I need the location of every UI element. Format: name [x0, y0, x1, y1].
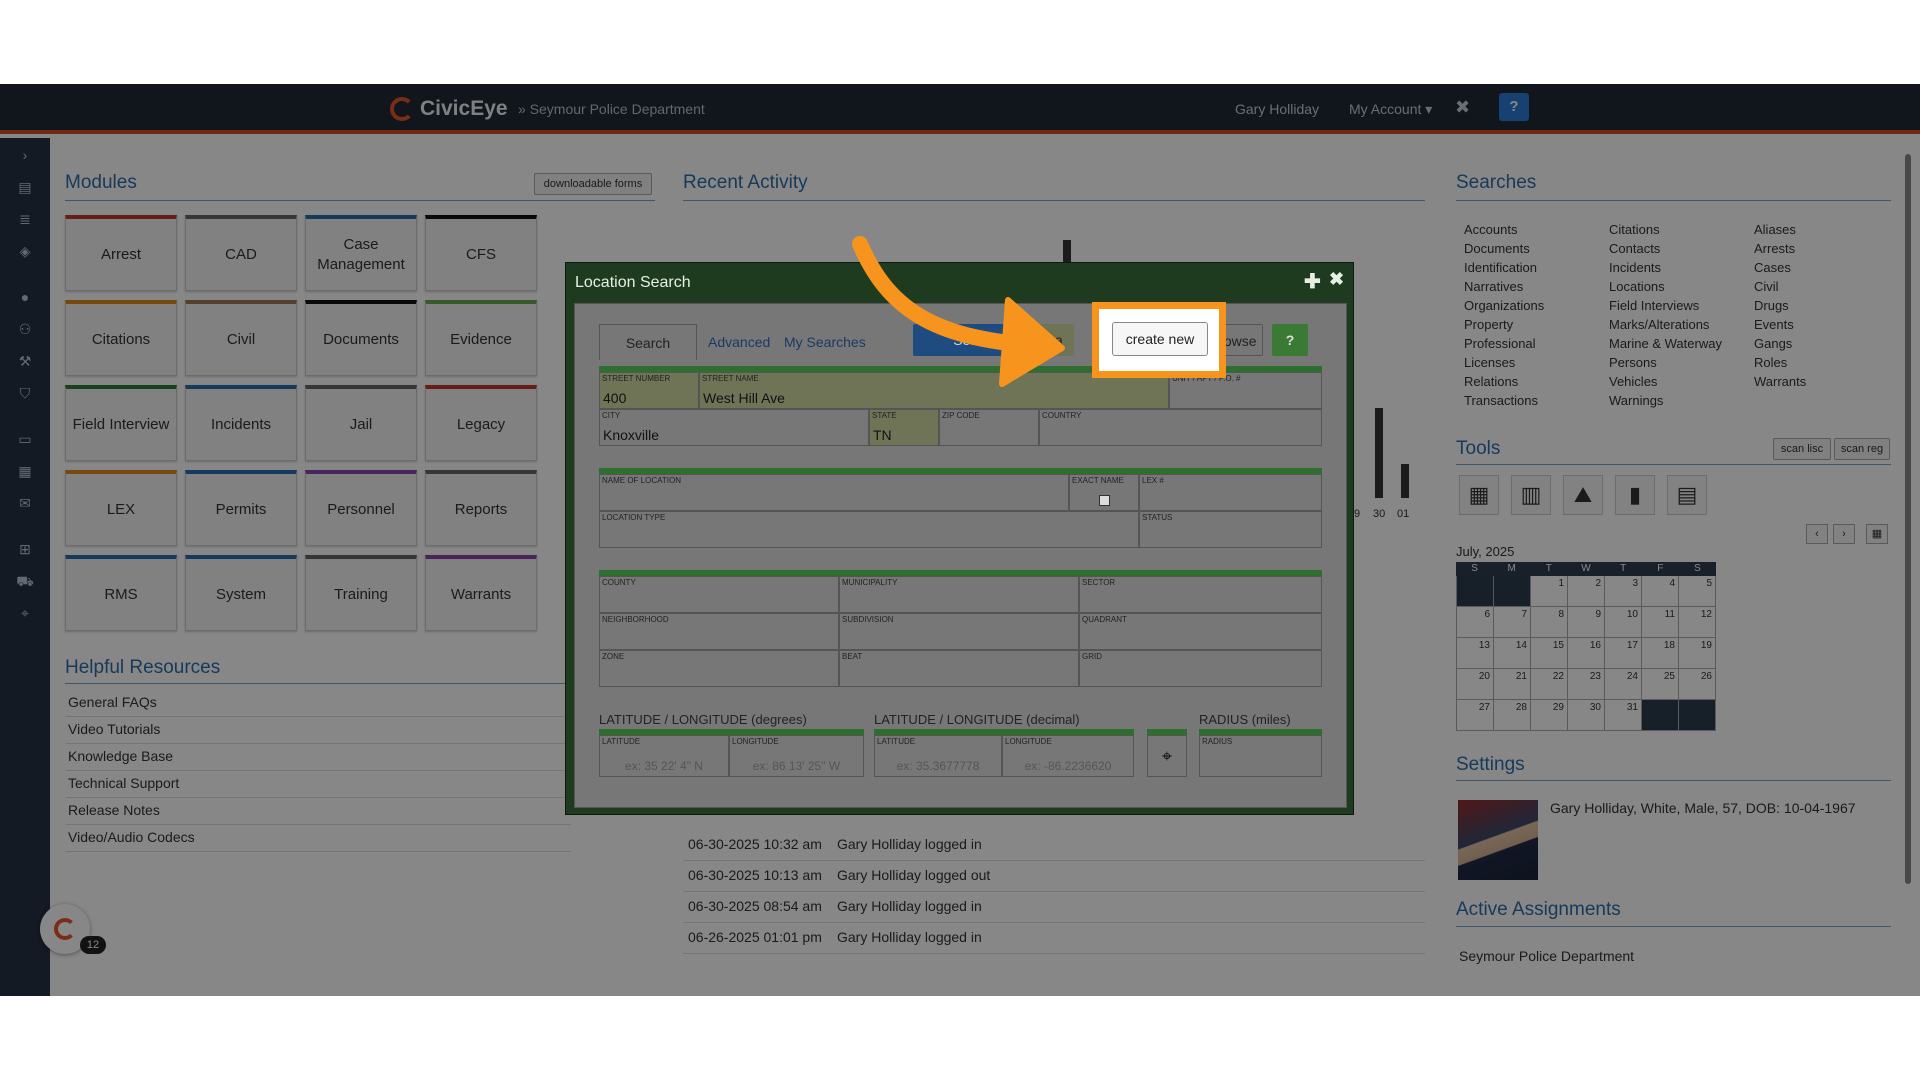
zone-field[interactable]: Zone	[599, 650, 839, 687]
location-type-field[interactable]: Location Type	[599, 511, 1139, 548]
tab-search-options[interactable]: Search Options	[599, 324, 697, 387]
name-of-location-field[interactable]: Name of Location	[599, 474, 1069, 511]
zip-code-field[interactable]: Zip Code	[939, 409, 1039, 446]
dialog-title: Location Search	[575, 274, 691, 291]
country-field[interactable]: Country	[1039, 409, 1322, 446]
dialog-body: Search Options Advanced My Searches Sear…	[574, 303, 1347, 808]
help-button[interactable]: ?	[1272, 324, 1308, 356]
exact-name-field: Exact Name	[1069, 474, 1139, 511]
app-window: CivicEye » Seymour Police Department Gar…	[0, 84, 1920, 996]
city-field[interactable]: City Knoxville	[599, 409, 869, 446]
longitude-degrees-field[interactable]: Longitude ex: 86 13' 25" W	[729, 735, 864, 777]
county-field[interactable]: County	[599, 576, 839, 613]
municipality-field[interactable]: Municipality	[839, 576, 1079, 613]
close-icon[interactable]: ✖	[1329, 269, 1344, 290]
latitude-degrees-field[interactable]: Latitude ex: 35 22' 4" N	[599, 735, 729, 777]
grid-field[interactable]: Grid	[1079, 650, 1322, 687]
location-search-dialog: Location Search ✚ ✖ Search Options Advan…	[565, 262, 1354, 815]
subdivision-field[interactable]: Subdivision	[839, 613, 1079, 650]
tab-my-searches[interactable]: My Searches	[784, 324, 866, 360]
state-field[interactable]: State TN	[869, 409, 939, 446]
street-number-field[interactable]: Street Number 400	[599, 372, 699, 409]
latlong-decimal-title: LATITUDE / LONGITUDE (decimal)	[874, 712, 1080, 727]
exact-name-checkbox[interactable]	[1099, 495, 1110, 506]
search-button[interactable]: Sear	[913, 324, 1023, 356]
latlong-degrees-title: LATITUDE / LONGITUDE (degrees)	[599, 712, 807, 727]
radius-field[interactable]: Radius	[1199, 735, 1322, 777]
tab-advanced[interactable]: Advanced	[708, 324, 770, 360]
clear-button[interactable]: clea	[1026, 324, 1074, 356]
latitude-decimal-field[interactable]: Latitude ex: 35.3677778	[874, 735, 1002, 777]
lex-number-field[interactable]: LEX #	[1139, 474, 1322, 511]
create-new-button[interactable]: create new	[1112, 322, 1208, 356]
add-icon[interactable]: ✚	[1304, 269, 1321, 294]
crosshair-icon[interactable]: ⌖	[1147, 735, 1187, 777]
beat-field[interactable]: Beat	[839, 650, 1079, 687]
status-field[interactable]: Status	[1139, 511, 1322, 548]
longitude-decimal-field[interactable]: Longitude ex: -86.2236620	[1002, 735, 1134, 777]
quadrant-field[interactable]: Quadrant	[1079, 613, 1322, 650]
sector-field[interactable]: Sector	[1079, 576, 1322, 613]
neighborhood-field[interactable]: Neighborhood	[599, 613, 839, 650]
radius-title: RADIUS (miles)	[1199, 712, 1291, 727]
